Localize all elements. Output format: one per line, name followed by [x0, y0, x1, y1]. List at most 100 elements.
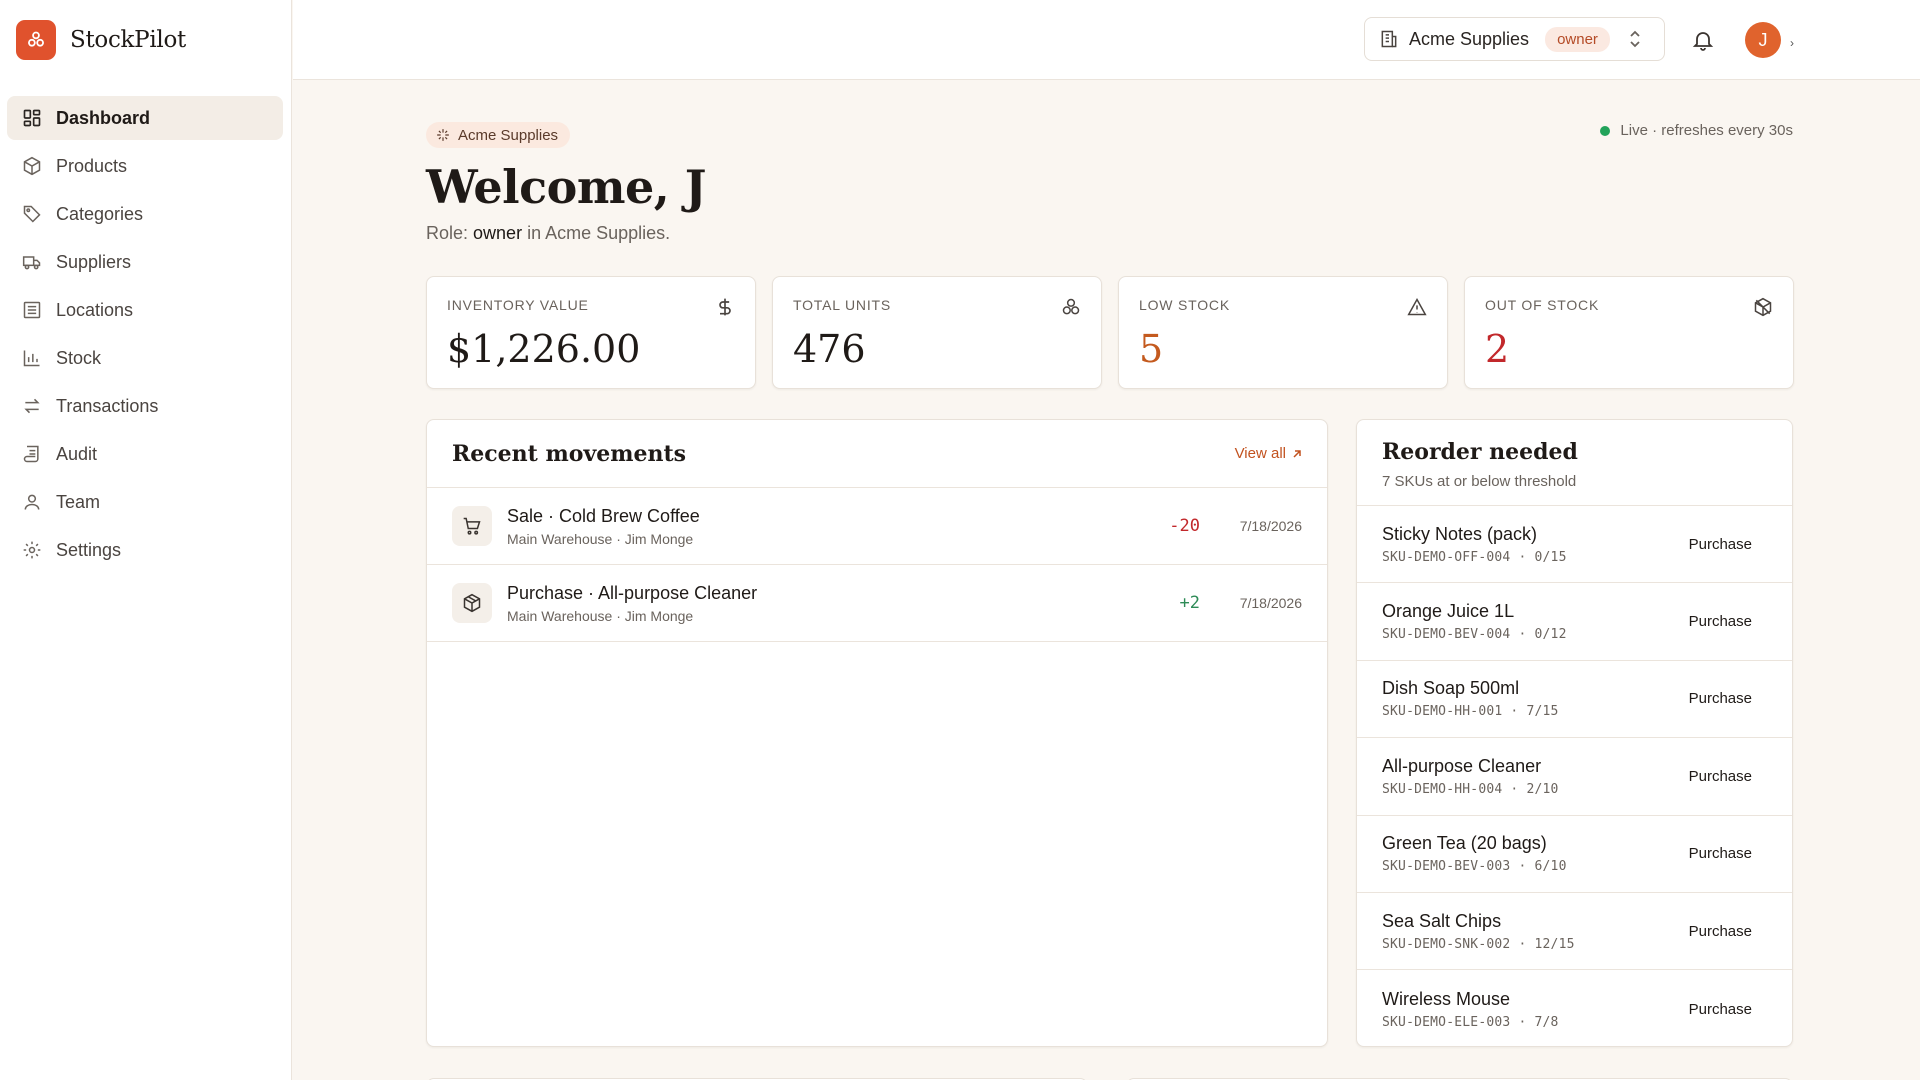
chevron-updown-icon [1628, 30, 1642, 48]
product-name: Sticky Notes (pack) [1382, 523, 1538, 544]
purchase-button[interactable]: Purchase [1689, 536, 1752, 553]
sparkle-icon [436, 128, 450, 142]
reorder-item: Sea Salt Chips SKU-DEMO-SNK-002 · 12/15 [1382, 911, 1575, 952]
movement-quantity: +2 [1179, 593, 1200, 613]
building-icon [22, 300, 42, 320]
app-name: StockPilot [70, 26, 186, 53]
reorder-item: Sticky Notes (pack) SKU-DEMO-OFF-004 · 0… [1382, 524, 1567, 565]
brand[interactable]: StockPilot [0, 0, 291, 79]
role-value: owner [473, 223, 523, 243]
movement-date: 7/18/2026 [1239, 518, 1302, 534]
card-header: Recent movements View all [427, 420, 1327, 488]
movement-subtitle: Main Warehouse · Jim Monge [507, 607, 694, 624]
bar-chart-icon [22, 348, 42, 368]
reorder-item: All-purpose Cleaner SKU-DEMO-HH-004 · 2/… [1382, 756, 1559, 797]
purchase-button[interactable]: Purchase [1689, 768, 1752, 785]
scroll-icon [22, 444, 42, 464]
dashboard-icon [22, 108, 42, 128]
purchase-button[interactable]: Purchase [1689, 1001, 1752, 1018]
reorder-needed-card: Reorder needed 7 SKUs at or below thresh… [1356, 419, 1793, 1047]
sidebar-item-label: Dashboard [56, 107, 151, 128]
bell-icon[interactable] [1691, 28, 1715, 52]
stat-label: TOTAL UNITS [793, 297, 891, 313]
live-dot-icon [1600, 125, 1611, 136]
sidebar-item-suppliers[interactable]: Suppliers [7, 240, 283, 284]
stat-card-inventory-value: INVENTORY VALUE $1,226.00 [426, 276, 756, 389]
page-title: Welcome, J [426, 160, 707, 214]
org-switcher[interactable]: Acme Supplies owner [1364, 17, 1665, 61]
sidebar-item-label: Locations [56, 299, 134, 320]
reorder-row: Wireless Mouse SKU-DEMO-ELE-003 · 7/8 Pu… [1357, 970, 1792, 1047]
purchase-button[interactable]: Purchase [1689, 845, 1752, 862]
role-line: Role: owner in Acme Supplies. [426, 223, 670, 244]
stat-value: 2 [1485, 327, 1510, 371]
stat-label: LOW STOCK [1139, 297, 1230, 313]
movement-text: Sale · Cold Brew Coffee Main Warehouse ·… [507, 506, 700, 547]
sidebar-item-categories[interactable]: Categories [7, 192, 283, 236]
sidebar-item-audit[interactable]: Audit [7, 432, 283, 476]
sidebar-item-team[interactable]: Team [7, 480, 283, 524]
movement-row[interactable]: Sale · Cold Brew Coffee Main Warehouse ·… [427, 488, 1327, 565]
sidebar-item-label: Categories [56, 203, 144, 224]
product-sku: SKU-DEMO-SNK-002 · 12/15 [1382, 936, 1575, 952]
sidebar-item-label: Transactions [56, 395, 159, 416]
sidebar-item-label: Suppliers [56, 251, 132, 272]
stats-row: INVENTORY VALUE $1,226.00 TOTAL UNITS 47… [426, 276, 1794, 389]
sidebar-item-dashboard[interactable]: Dashboard [7, 96, 283, 140]
stat-card-out-of-stock: OUT OF STOCK 2 [1464, 276, 1794, 389]
boxes-icon [1061, 297, 1081, 317]
view-all-link[interactable]: View all [1235, 445, 1302, 462]
product-name: Wireless Mouse [1382, 988, 1511, 1009]
reorder-item: Orange Juice 1L SKU-DEMO-BEV-004 · 0/12 [1382, 601, 1567, 642]
sidebar-item-settings[interactable]: Settings [7, 528, 283, 572]
purchase-button[interactable]: Purchase [1689, 613, 1752, 630]
movement-row[interactable]: Purchase · All-purpose Cleaner Main Ware… [427, 565, 1327, 642]
org-chip: Acme Supplies [426, 122, 571, 148]
live-status: Live · refreshes every 30s [1600, 122, 1793, 139]
sidebar-item-label: Stock [56, 347, 102, 368]
box-icon [22, 156, 42, 176]
view-all-label: View all [1234, 445, 1286, 462]
movement-title: Purchase · All-purpose Cleaner [507, 582, 758, 603]
sidebar: StockPilot Dashboard Products Categories… [0, 0, 292, 1080]
purchase-button[interactable]: Purchase [1689, 690, 1752, 707]
movement-subtitle: Main Warehouse · Jim Monge [507, 530, 694, 547]
avatar[interactable]: J [1745, 22, 1781, 58]
tag-icon [22, 204, 42, 224]
stat-label: INVENTORY VALUE [447, 297, 589, 313]
dollar-icon [715, 297, 735, 317]
sidebar-nav: Dashboard Products Categories Suppliers … [0, 79, 291, 572]
card-title: Reorder needed [1382, 439, 1578, 465]
movement-title: Sale · Cold Brew Coffee [507, 505, 700, 526]
building-icon [1379, 29, 1399, 49]
sidebar-item-stock[interactable]: Stock [7, 336, 283, 380]
product-name: Dish Soap 500ml [1382, 678, 1520, 699]
product-sku: SKU-DEMO-HH-004 · 2/10 [1382, 781, 1559, 797]
card-title: Recent movements [452, 440, 687, 467]
arrows-icon [22, 396, 42, 416]
product-sku: SKU-DEMO-OFF-004 · 0/15 [1382, 549, 1567, 565]
chevron-down-icon[interactable]: › [1790, 36, 1794, 50]
sidebar-item-transactions[interactable]: Transactions [7, 384, 283, 428]
truck-icon [22, 252, 42, 272]
purchase-button[interactable]: Purchase [1689, 923, 1752, 940]
stat-label: OUT OF STOCK [1485, 297, 1600, 313]
sidebar-item-label: Products [56, 155, 128, 176]
card-subtitle: 7 SKUs at or below threshold [1382, 473, 1577, 490]
sidebar-item-products[interactable]: Products [7, 144, 283, 188]
product-sku: SKU-DEMO-BEV-003 · 6/10 [1382, 859, 1567, 875]
card-header: Reorder needed 7 SKUs at or below thresh… [1357, 420, 1792, 506]
user-icon [22, 492, 42, 512]
gear-icon [22, 540, 42, 560]
org-name: Acme Supplies [1409, 28, 1530, 49]
reorder-row: Orange Juice 1L SKU-DEMO-BEV-004 · 0/12 … [1357, 583, 1792, 661]
product-name: All-purpose Cleaner [1382, 755, 1542, 776]
product-sku: SKU-DEMO-ELE-003 · 7/8 [1382, 1014, 1559, 1030]
live-status-text: Live · refreshes every 30s [1620, 122, 1793, 139]
role-prefix: Role: [426, 223, 474, 243]
reorder-row: Sticky Notes (pack) SKU-DEMO-OFF-004 · 0… [1357, 506, 1792, 584]
sidebar-item-locations[interactable]: Locations [7, 288, 283, 332]
role-suffix: in Acme Supplies. [522, 223, 671, 243]
topbar: Acme Supplies owner J › [293, 0, 1920, 80]
reorder-row: Dish Soap 500ml SKU-DEMO-HH-001 · 7/15 P… [1357, 661, 1792, 739]
